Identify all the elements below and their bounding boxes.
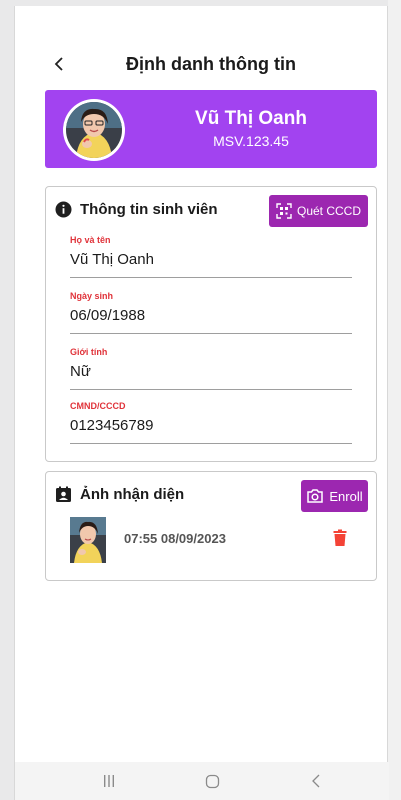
nav-back-button[interactable] — [308, 773, 324, 789]
home-button[interactable] — [204, 773, 220, 789]
back-icon — [312, 774, 320, 788]
field-full-name[interactable]: Họ và tên Vũ Thị Oanh — [70, 235, 352, 278]
system-nav-bar — [15, 762, 389, 800]
home-icon — [205, 774, 219, 788]
recognition-photo-title-text: Ảnh nhận diện — [80, 486, 185, 503]
enroll-button[interactable]: Enroll — [301, 480, 368, 512]
scan-cccd-button[interactable]: Quét CCCD — [269, 195, 368, 227]
background-edge — [388, 0, 401, 800]
recent-apps-button[interactable] — [101, 773, 117, 789]
app-screen: Định danh thông tin Vũ Thị Oanh MSV.123.… — [14, 6, 389, 800]
photo-list-item: 07:55 08/09/2023 — [70, 517, 360, 563]
info-icon — [55, 201, 72, 218]
recent-apps-icon — [104, 775, 114, 787]
field-value: 0123456789 — [70, 417, 154, 434]
field-value: 06/09/1988 — [70, 307, 146, 324]
scan-cccd-label: Quét CCCD — [296, 204, 361, 218]
top-bar: Định danh thông tin — [15, 44, 389, 84]
field-label: CMND/CCCD — [70, 401, 126, 411]
qr-scan-icon — [276, 203, 292, 219]
field-id-number[interactable]: CMND/CCCD 0123456789 — [70, 401, 352, 444]
student-info-title: Thông tin sinh viên — [55, 201, 218, 218]
page-title: Định danh thông tin — [126, 54, 296, 74]
delete-photo-button[interactable] — [333, 529, 347, 547]
student-info-card: Thông tin sinh viên Quét CCCD Họ và tên … — [45, 186, 377, 462]
field-label: Họ và tên — [70, 235, 111, 245]
trash-icon — [333, 529, 347, 546]
field-value: Vũ Thị Oanh — [70, 251, 154, 268]
student-info-title-text: Thông tin sinh viên — [80, 201, 218, 218]
student-code: MSV.123.45 — [213, 133, 289, 149]
field-label: Giới tính — [70, 347, 108, 357]
photo-thumbnail[interactable] — [70, 517, 106, 563]
field-label: Ngày sinh — [70, 291, 114, 301]
field-value: Nữ — [70, 363, 91, 380]
camera-icon — [306, 488, 324, 504]
contact-card-icon — [55, 486, 72, 503]
recognition-photo-title: Ảnh nhận diện — [55, 486, 184, 503]
student-name: Vũ Thị Oanh — [195, 108, 307, 129]
field-gender[interactable]: Giới tính Nữ — [70, 347, 352, 390]
photo-timestamp: 07:55 08/09/2023 — [124, 531, 226, 546]
field-date-of-birth[interactable]: Ngày sinh 06/09/1988 — [70, 291, 352, 334]
recognition-photo-card: Ảnh nhận diện Enroll 07:55 08/09/2023 — [45, 471, 377, 581]
enroll-label: Enroll — [329, 488, 363, 504]
profile-banner: Vũ Thị Oanh MSV.123.45 — [45, 90, 377, 168]
